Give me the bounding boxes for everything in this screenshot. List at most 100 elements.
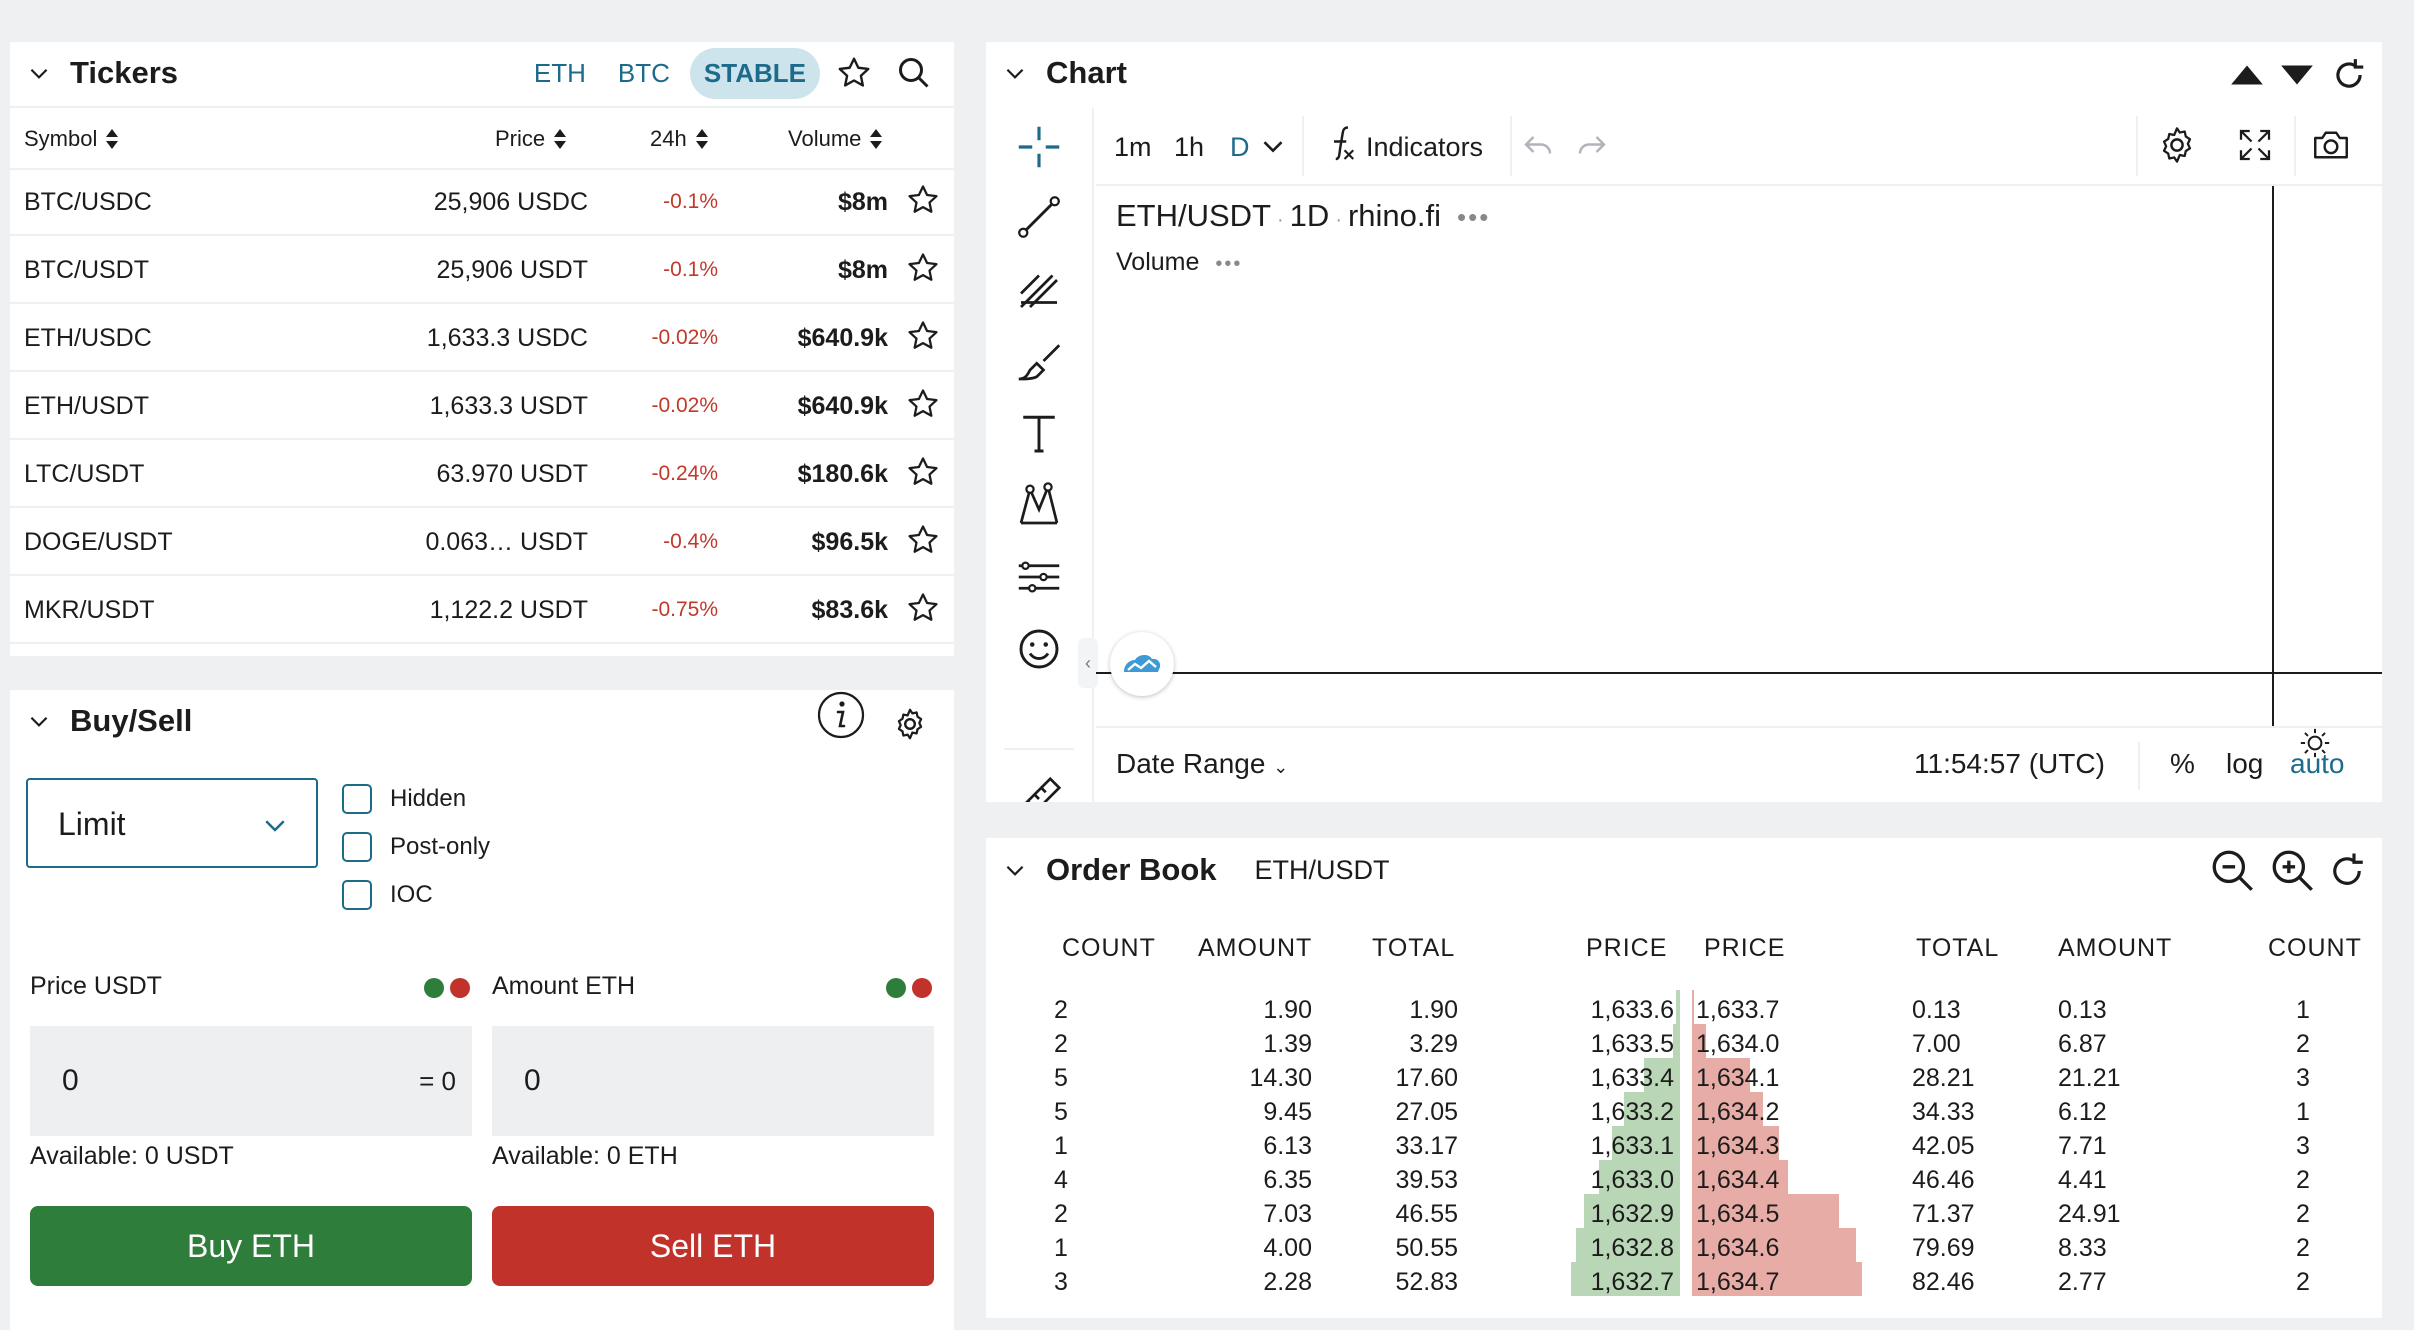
star-icon[interactable] (906, 319, 940, 353)
undo-icon[interactable] (1520, 128, 1556, 164)
ticker-price: 25,906 USDT (436, 256, 588, 284)
indicators-fx-icon[interactable] (1320, 124, 1362, 166)
utc-clock[interactable]: 11:54:57 (UTC) (1914, 748, 2105, 780)
pattern-tool-icon[interactable] (1012, 478, 1066, 532)
table-row[interactable]: BTC/USDC 25,906 USDC -0.1% $8m (10, 168, 954, 236)
ticker-change: -0.02% (651, 326, 718, 349)
redo-icon[interactable] (1574, 128, 1610, 164)
prediction-tool-icon[interactable] (1012, 550, 1066, 604)
refresh-icon[interactable] (2326, 850, 2368, 892)
checkbox-box (342, 784, 372, 814)
gear-icon[interactable] (892, 706, 928, 742)
col-price[interactable]: Price (495, 126, 567, 152)
table-row[interactable]: ETH/USDC 1,633.3 USDC -0.02% $640.9k (10, 304, 954, 372)
ask-count: 2 (2296, 1200, 2310, 1228)
chart-bottom-bar: Date Range ⌄ 11:54:57 (UTC) % log auto (1096, 726, 2382, 802)
ioc-checkbox[interactable]: IOC (342, 880, 433, 910)
bid-count: 3 (1054, 1268, 1068, 1296)
chart-title: Chart (1046, 55, 1127, 90)
star-icon[interactable] (906, 591, 940, 625)
interval-1h[interactable]: 1h (1174, 132, 1204, 163)
bid-depth-bar (1676, 990, 1680, 1024)
search-icon[interactable] (896, 55, 932, 91)
chevron-down-icon[interactable] (26, 708, 52, 734)
bid-count: 2 (1054, 996, 1068, 1024)
trend-line-icon[interactable] (1012, 190, 1066, 244)
amount-input[interactable]: 0 (492, 1026, 934, 1136)
bid-total: 1.90 (1409, 996, 1458, 1024)
log-toggle[interactable]: log (2226, 748, 2263, 780)
table-row[interactable]: MKR/USDT 1,122.2 USDT -0.75% $83.6k (10, 576, 954, 644)
orderbook-title: Order Book (1046, 852, 1217, 887)
tab-eth[interactable]: ETH (534, 58, 586, 89)
tab-btc[interactable]: BTC (618, 58, 670, 89)
tab-stable[interactable]: STABLE (689, 47, 820, 99)
star-icon[interactable] (906, 455, 940, 489)
buy-button[interactable]: Buy ETH (30, 1206, 472, 1286)
ticker-volume: $8m (837, 188, 888, 216)
bid-amount: 2.28 (1263, 1268, 1312, 1296)
price-input[interactable]: 0 = 0 (30, 1026, 472, 1136)
chevron-down-icon[interactable] (1002, 857, 1028, 883)
star-icon[interactable] (906, 523, 940, 557)
ruler-icon[interactable] (1012, 772, 1066, 802)
chevron-down-icon[interactable] (1256, 128, 1290, 162)
date-range-button[interactable]: Date Range ⌄ (1116, 748, 1288, 780)
table-row[interactable]: BTC/USDT 25,906 USDT -0.1% $8m (10, 236, 954, 304)
star-icon[interactable] (906, 183, 940, 217)
zoom-in-icon[interactable] (2268, 846, 2318, 896)
col-volume[interactable]: Volume (788, 126, 883, 152)
hidden-checkbox[interactable]: Hidden (342, 784, 466, 814)
zoom-out-icon[interactable] (2208, 846, 2258, 896)
order-type-select[interactable]: Limit (26, 778, 318, 868)
bid-price: 1,632.9 (1590, 1200, 1674, 1228)
bid-price: 1,633.5 (1590, 1030, 1674, 1058)
percent-toggle[interactable]: % (2170, 748, 2195, 780)
fib-tool-icon[interactable] (1012, 262, 1066, 316)
chevron-down-icon[interactable] (1002, 60, 1028, 86)
ticker-price: 1,633.3 USDC (426, 324, 588, 352)
fullscreen-icon[interactable] (2234, 124, 2276, 166)
rhino-logo (1110, 632, 1174, 696)
sell-button[interactable]: Sell ETH (492, 1206, 934, 1286)
star-icon[interactable] (836, 55, 872, 91)
ask-total: 34.33 (1912, 1098, 1975, 1126)
indicators-button[interactable]: Indicators (1366, 132, 1483, 163)
table-row[interactable]: DOGE/USDT 0.063… USDT -0.4% $96.5k (10, 508, 954, 576)
settings-icon[interactable] (2156, 124, 2198, 166)
col-symbol[interactable]: Symbol (24, 126, 119, 152)
star-icon[interactable] (906, 387, 940, 421)
ask-count: 2 (2296, 1268, 2310, 1296)
post-only-checkbox[interactable]: Post-only (342, 832, 490, 862)
more-icon[interactable]: ••• (1457, 202, 1490, 232)
ask-amount: 2.77 (2058, 1268, 2107, 1296)
brush-icon[interactable] (1012, 334, 1066, 388)
chevron-down-icon[interactable] (26, 60, 52, 86)
star-icon[interactable] (906, 251, 940, 285)
triangle-up-icon[interactable] (2228, 56, 2266, 94)
tickers-title: Tickers (70, 55, 179, 90)
table-row[interactable]: LTC/USDT 63.970 USDT -0.24% $180.6k (10, 440, 954, 508)
orderbook-pair: ETH/USDT (1254, 854, 1390, 885)
table-row[interactable]: ETH/USDT 1,633.3 USDT -0.02% $640.9k (10, 372, 954, 440)
col-24h[interactable]: 24h (650, 126, 709, 152)
bid-amount-header: AMOUNT (1198, 934, 1313, 962)
interval-d[interactable]: D (1230, 132, 1250, 163)
tickers-column-headers: Symbol Price 24h Volume (10, 106, 954, 170)
info-icon[interactable] (816, 690, 866, 740)
camera-icon[interactable] (2310, 124, 2352, 166)
ticker-change: -0.1% (663, 190, 718, 213)
emoji-icon[interactable] (1012, 622, 1066, 676)
collapse-toolbar-handle[interactable]: ‹ (1078, 638, 1098, 688)
more-icon[interactable]: ••• (1215, 253, 1242, 275)
text-tool-icon[interactable] (1012, 406, 1066, 460)
price-label: Price USDT (30, 972, 162, 1000)
bid-total: 52.83 (1395, 1268, 1458, 1296)
chart-plot-area[interactable]: ETH/USDT · 1D · rhino.fi ••• Volume ••• (1096, 186, 2382, 758)
refresh-icon[interactable] (2330, 56, 2368, 94)
date-range-label: Date Range (1116, 748, 1266, 779)
triangle-down-icon[interactable] (2278, 56, 2316, 94)
crosshair-icon[interactable] (1012, 120, 1066, 174)
interval-1m[interactable]: 1m (1114, 132, 1152, 163)
auto-toggle[interactable]: auto (2290, 748, 2345, 780)
